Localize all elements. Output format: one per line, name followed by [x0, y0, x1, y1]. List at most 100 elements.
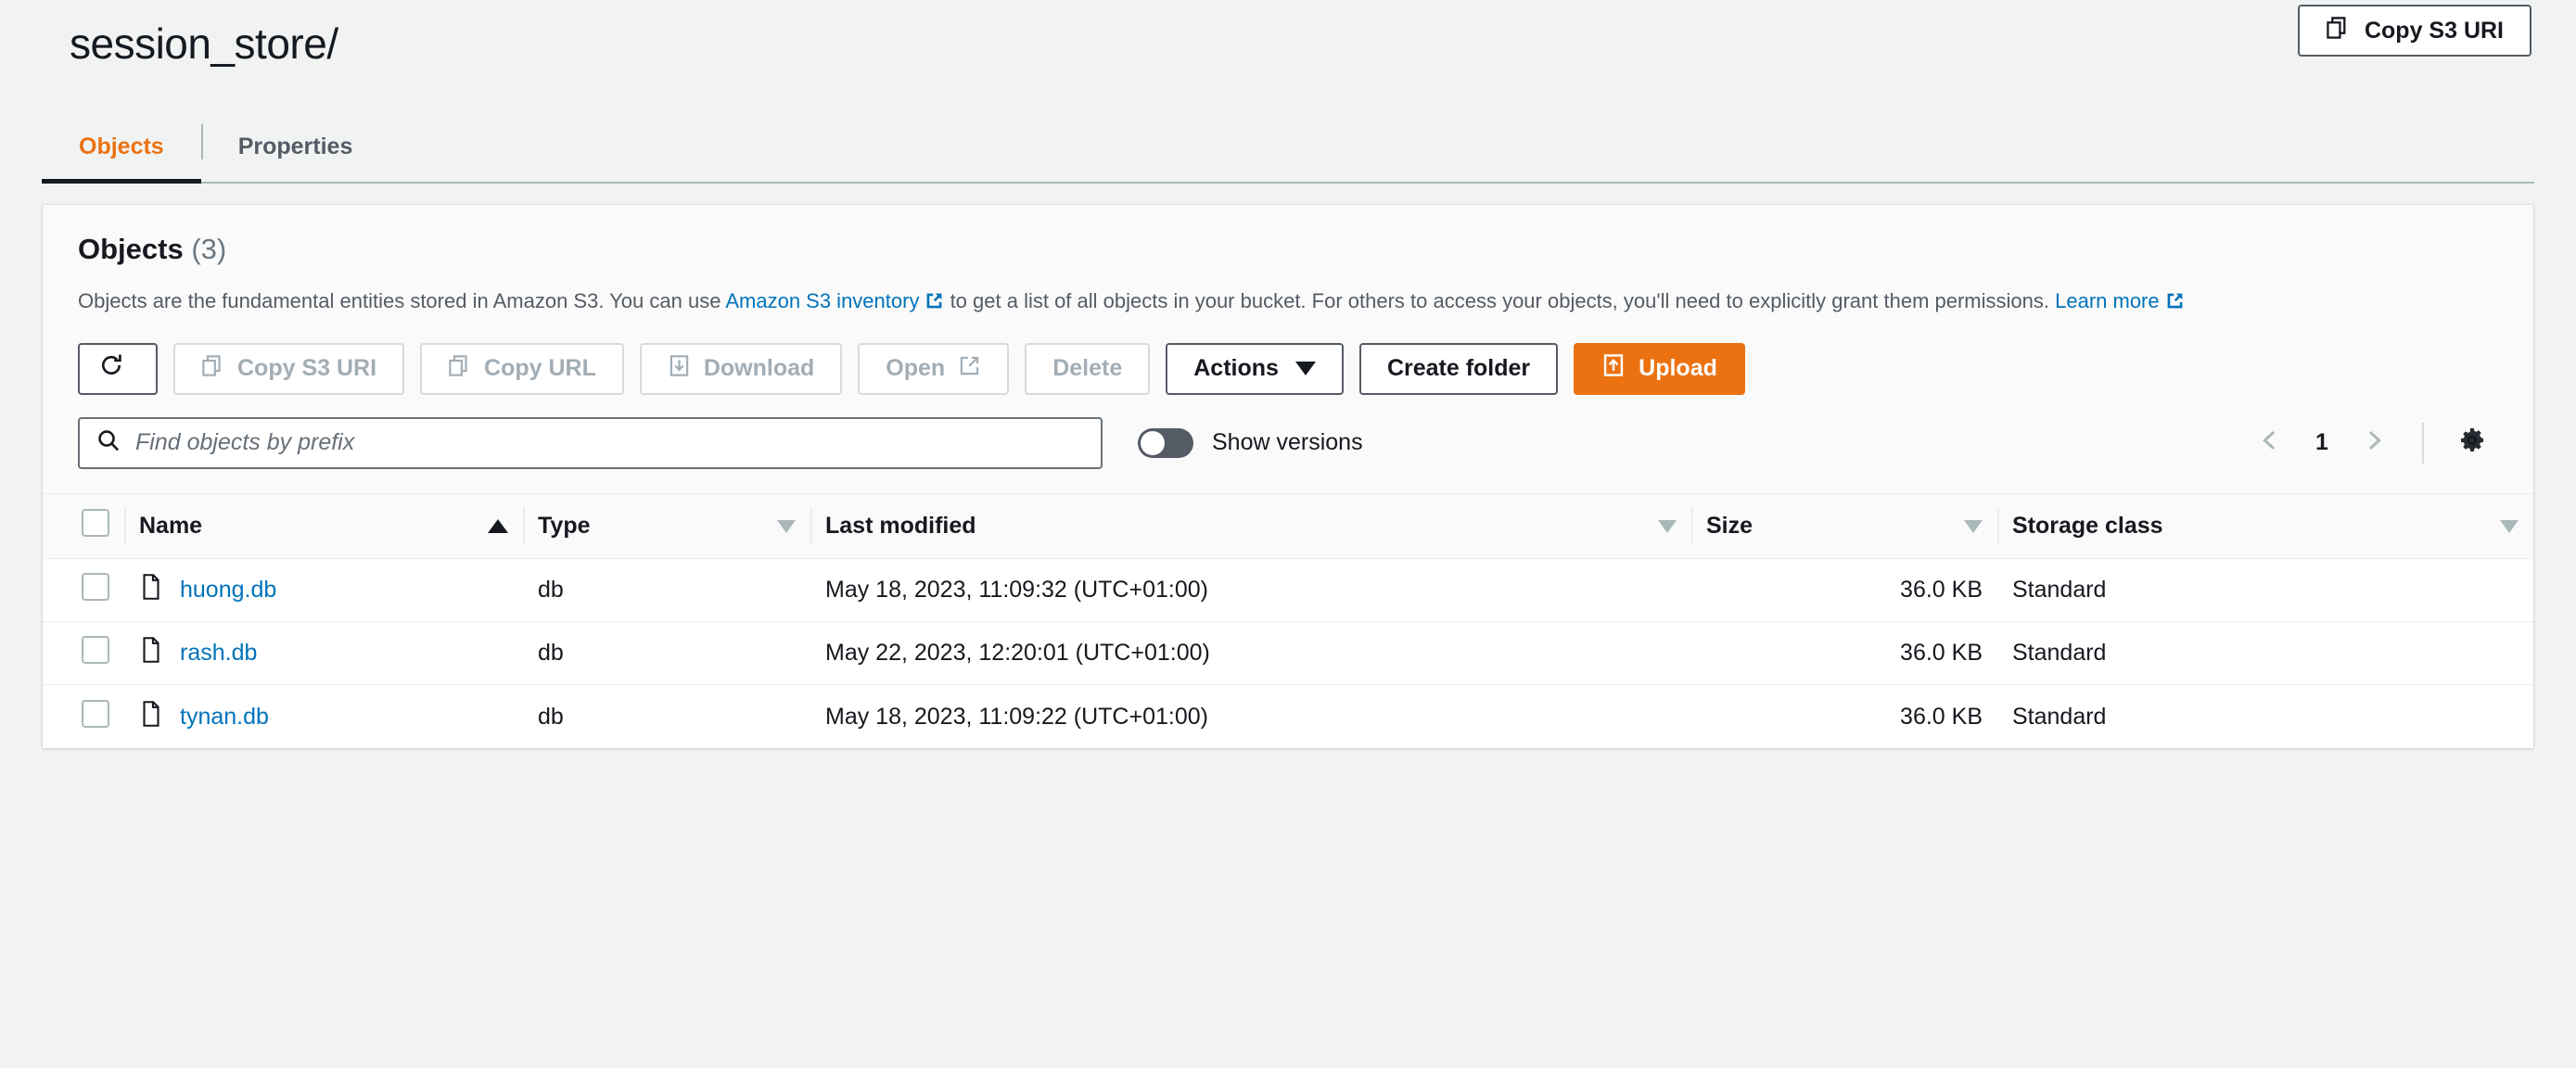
actions-label: Actions: [1193, 355, 1279, 382]
row-checkbox[interactable]: [82, 573, 109, 601]
refresh-button[interactable]: [78, 343, 158, 395]
sort-icon: [1658, 520, 1677, 533]
show-versions-label: Show versions: [1212, 429, 1363, 456]
copy-s3-uri-header-button[interactable]: Copy S3 URI: [2298, 5, 2531, 57]
row-name-cell: tynan.db: [124, 685, 523, 748]
objects-title-text: Objects: [78, 233, 184, 265]
description-text-part2: to get a list of all objects in your buc…: [944, 289, 2055, 312]
pagination: 1: [2244, 417, 2498, 469]
upload-button[interactable]: Upload: [1574, 343, 1745, 395]
page-title: session_store/: [70, 19, 338, 69]
table-row[interactable]: tynan.db db May 18, 2023, 11:09:22 (UTC+…: [43, 685, 2533, 748]
toggle-knob: [1141, 431, 1165, 455]
select-all-header: [43, 494, 124, 559]
create-folder-button[interactable]: Create folder: [1359, 343, 1558, 395]
column-header-size[interactable]: Size: [1691, 494, 1997, 559]
row-storage-class-cell: Standard: [1997, 622, 2533, 685]
row-type-cell: db: [523, 685, 810, 748]
object-name-link[interactable]: rash.db: [180, 640, 257, 667]
search-box[interactable]: [78, 417, 1103, 469]
show-versions-switch[interactable]: [1138, 428, 1193, 458]
objects-toolbar: Copy S3 URI Copy URL Download: [78, 343, 2498, 395]
copy-icon: [2326, 16, 2350, 46]
row-size-cell: 36.0 KB: [1691, 622, 1997, 685]
chevron-right-icon: [2362, 428, 2386, 457]
row-select-cell: [43, 559, 124, 622]
row-last-modified-cell: May 18, 2023, 11:09:32 (UTC+01:00): [810, 559, 1691, 622]
description-text-part1: Objects are the fundamental entities sto…: [78, 289, 725, 312]
objects-table-body: huong.db db May 18, 2023, 11:09:32 (UTC+…: [43, 559, 2533, 748]
row-type-cell: db: [523, 622, 810, 685]
show-versions-toggle[interactable]: Show versions: [1138, 428, 1363, 458]
objects-count: (3): [191, 233, 226, 265]
copy-url-button[interactable]: Copy URL: [420, 343, 624, 395]
objects-table-head: Name Type Last modified: [43, 494, 2533, 559]
download-icon: [668, 354, 691, 384]
table-row[interactable]: rash.db db May 22, 2023, 12:20:01 (UTC+0…: [43, 622, 2533, 685]
copy-s3-uri-label: Copy S3 URI: [237, 355, 376, 382]
search-icon: [96, 428, 121, 457]
objects-description: Objects are the fundamental entities sto…: [78, 286, 2433, 319]
row-size-cell: 36.0 KB: [1691, 559, 1997, 622]
next-page-button[interactable]: [2348, 417, 2400, 469]
objects-table: Name Type Last modified: [43, 494, 2533, 748]
objects-table-container: Name Type Last modified: [43, 493, 2533, 748]
delete-label: Delete: [1052, 355, 1122, 382]
copy-icon: [448, 354, 471, 384]
external-link-icon: [925, 289, 944, 319]
chevron-down-icon: [1295, 362, 1316, 375]
upload-icon: [1601, 353, 1626, 384]
tab-objects-label: Objects: [79, 134, 164, 160]
open-button[interactable]: Open: [858, 343, 1009, 395]
object-name-link[interactable]: huong.db: [180, 577, 276, 604]
column-header-name-label: Name: [139, 513, 202, 540]
tab-bar: Objects Properties: [42, 111, 2534, 184]
copy-icon: [201, 354, 224, 384]
copy-s3-uri-header-label: Copy S3 URI: [2365, 18, 2504, 44]
row-storage-class-cell: Standard: [1997, 559, 2533, 622]
actions-dropdown-button[interactable]: Actions: [1166, 343, 1344, 395]
column-header-storage-class[interactable]: Storage class: [1997, 494, 2533, 559]
sort-ascending-icon: [488, 519, 508, 533]
sort-icon: [1964, 520, 1983, 533]
objects-panel: Objects (3) Objects are the fundamental …: [42, 204, 2534, 749]
object-name-link[interactable]: tynan.db: [180, 704, 269, 731]
row-name-cell: huong.db: [124, 559, 523, 622]
external-link-icon: [2165, 289, 2185, 319]
copy-s3-uri-button[interactable]: Copy S3 URI: [173, 343, 404, 395]
column-header-type[interactable]: Type: [523, 494, 810, 559]
page-number-1[interactable]: 1: [2302, 429, 2342, 456]
column-header-size-label: Size: [1706, 513, 1753, 540]
table-row[interactable]: huong.db db May 18, 2023, 11:09:32 (UTC+…: [43, 559, 2533, 622]
column-header-last-modified[interactable]: Last modified: [810, 494, 1691, 559]
search-input[interactable]: [135, 429, 1084, 456]
row-size-cell: 36.0 KB: [1691, 685, 1997, 748]
column-header-type-label: Type: [538, 513, 591, 540]
row-checkbox[interactable]: [82, 700, 109, 728]
column-header-name[interactable]: Name: [124, 494, 523, 559]
delete-button[interactable]: Delete: [1025, 343, 1150, 395]
row-last-modified-cell: May 22, 2023, 12:20:01 (UTC+01:00): [810, 622, 1691, 685]
row-checkbox[interactable]: [82, 636, 109, 664]
learn-more-link[interactable]: Learn more: [2055, 289, 2160, 312]
amazon-s3-inventory-link[interactable]: Amazon S3 inventory: [725, 289, 919, 312]
row-select-cell: [43, 622, 124, 685]
open-label: Open: [886, 355, 945, 382]
create-folder-label: Create folder: [1387, 355, 1530, 382]
chevron-left-icon: [2258, 428, 2282, 457]
table-preferences-button[interactable]: [2446, 417, 2498, 469]
sort-icon: [777, 520, 796, 533]
download-button[interactable]: Download: [640, 343, 842, 395]
download-label: Download: [704, 355, 814, 382]
select-all-checkbox[interactable]: [82, 509, 109, 537]
tab-objects[interactable]: Objects: [42, 111, 201, 182]
tab-properties[interactable]: Properties: [201, 111, 390, 182]
column-header-last-modified-label: Last modified: [825, 513, 976, 540]
row-storage-class-cell: Standard: [1997, 685, 2533, 748]
file-icon: [139, 700, 163, 734]
external-link-icon: [958, 354, 981, 384]
row-name-cell: rash.db: [124, 622, 523, 685]
copy-url-label: Copy URL: [484, 355, 596, 382]
pagination-divider: [2422, 423, 2424, 464]
previous-page-button[interactable]: [2244, 417, 2296, 469]
